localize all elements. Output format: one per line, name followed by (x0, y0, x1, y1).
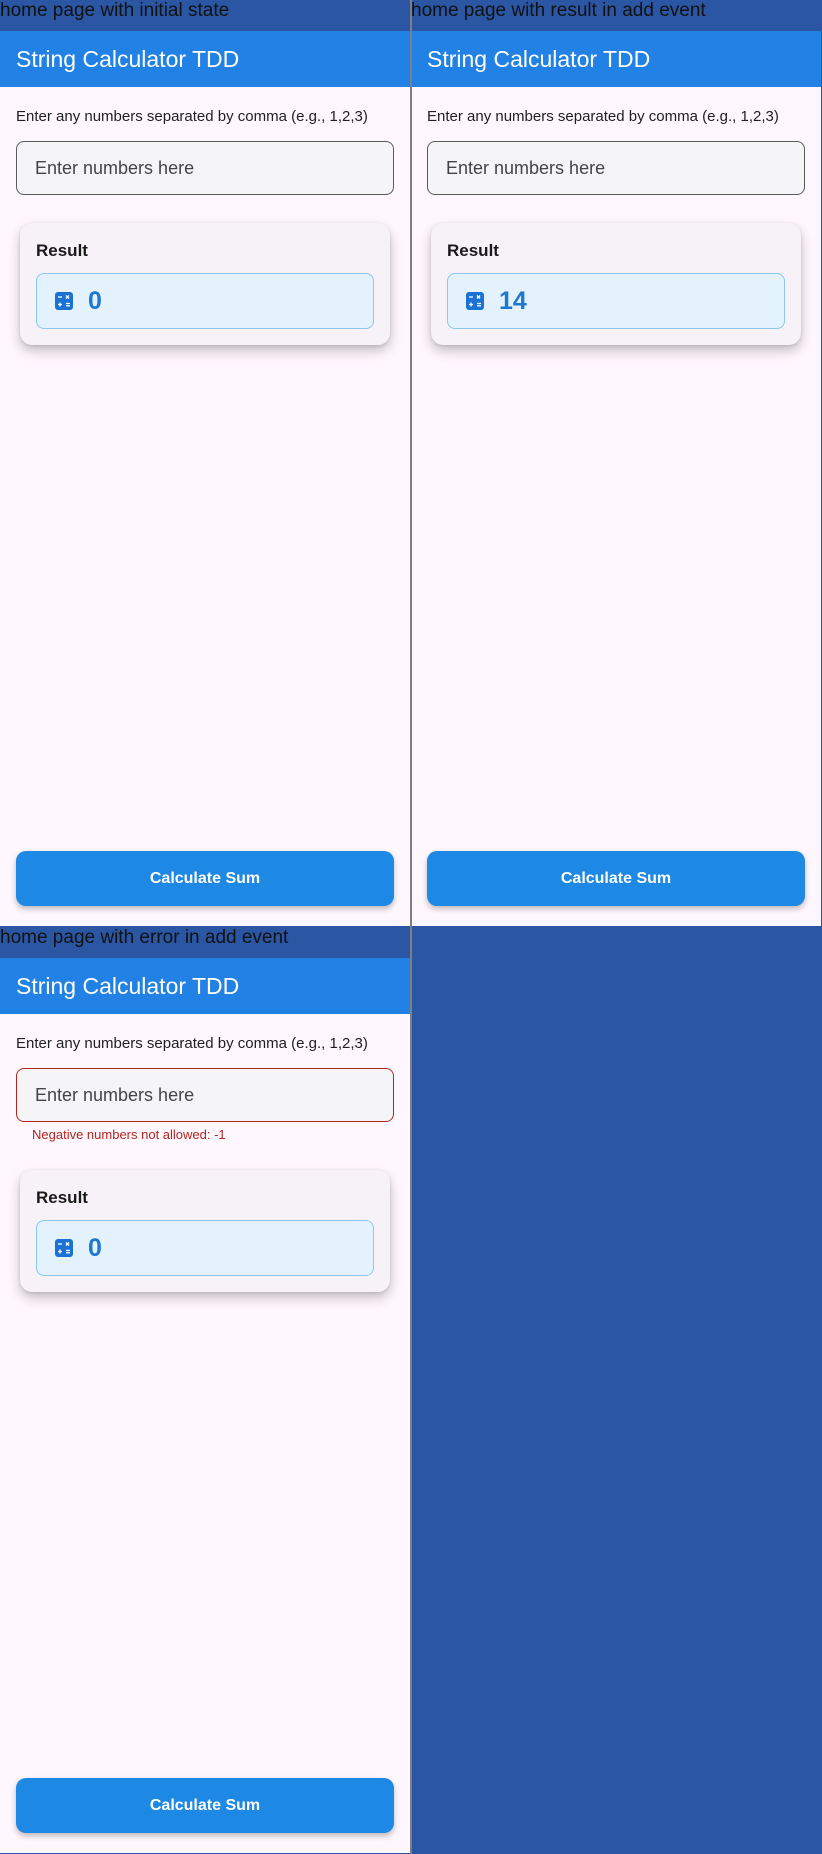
numbers-input[interactable] (33, 156, 377, 180)
result-card: Result 14 (431, 223, 801, 345)
result-box: 0 (36, 273, 374, 329)
calculate-sum-button[interactable]: Calculate Sum (427, 851, 805, 906)
input-error-message: Negative numbers not allowed: -1 (32, 1127, 226, 1142)
calculate-sum-button[interactable]: Calculate Sum (16, 851, 394, 906)
numbers-input-field[interactable] (16, 1068, 394, 1122)
numbers-input[interactable] (444, 156, 788, 180)
result-value: 0 (88, 286, 102, 315)
app-bar-title: String Calculator TDD (411, 31, 821, 87)
calculate-sum-button[interactable]: Calculate Sum (16, 1778, 394, 1833)
result-value: 14 (499, 286, 527, 315)
numbers-input-field[interactable] (427, 141, 805, 195)
calculator-icon (55, 292, 73, 310)
app-screen: String Calculator TDD Enter any numbers … (411, 31, 821, 926)
result-value: 0 (88, 1233, 102, 1262)
app-bar-title: String Calculator TDD (0, 31, 410, 87)
helper-text: Enter any numbers separated by comma (e.… (16, 108, 368, 125)
helper-text: Enter any numbers separated by comma (e.… (427, 108, 779, 125)
numbers-input[interactable] (33, 1083, 377, 1107)
screenshot-panel-initial: home page with initial state String Calc… (0, 0, 410, 926)
result-card: Result 0 (20, 223, 390, 345)
app-bar-title: String Calculator TDD (0, 958, 410, 1014)
vertical-divider (410, 0, 412, 1854)
panel-caption: home page with initial state (0, 0, 230, 21)
calculator-icon (55, 1239, 73, 1257)
panel-caption: home page with error in add event (0, 927, 289, 948)
screenshot-panel-error: home page with error in add event String… (0, 927, 410, 1853)
panel-caption: home page with result in add event (411, 0, 706, 21)
result-box: 14 (447, 273, 785, 329)
screenshot-panel-result: home page with result in add event Strin… (411, 0, 821, 926)
result-box: 0 (36, 1220, 374, 1276)
result-label: Result (447, 241, 499, 260)
numbers-input-field[interactable] (16, 141, 394, 195)
result-label: Result (36, 1188, 88, 1207)
result-card: Result 0 (20, 1170, 390, 1292)
result-label: Result (36, 241, 88, 260)
helper-text: Enter any numbers separated by comma (e.… (16, 1035, 368, 1052)
app-screen: String Calculator TDD Enter any numbers … (0, 958, 410, 1853)
app-screen: String Calculator TDD Enter any numbers … (0, 31, 410, 926)
calculator-icon (466, 292, 484, 310)
